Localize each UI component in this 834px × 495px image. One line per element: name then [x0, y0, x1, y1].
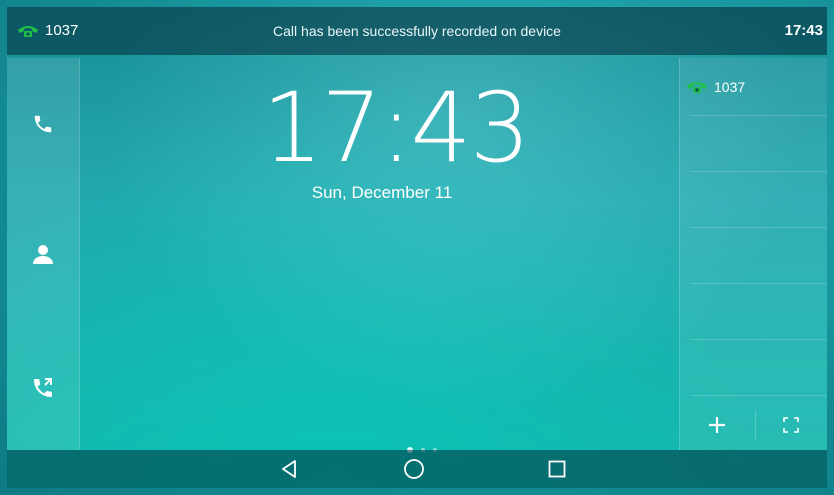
expand-button[interactable] — [754, 400, 827, 450]
navigation-bar — [7, 450, 827, 488]
account-label: 1037 — [714, 79, 746, 95]
home-button[interactable] — [392, 455, 436, 483]
back-button[interactable] — [267, 455, 311, 483]
add-button[interactable] — [680, 400, 754, 450]
divider — [690, 115, 827, 116]
status-message: Call has been successfully recorded on d… — [273, 23, 561, 39]
back-icon — [282, 460, 296, 478]
call-history-icon — [34, 378, 52, 397]
account-panel: 1037 — [679, 58, 827, 450]
divider — [690, 227, 827, 228]
status-bar: 1037 Call has been successfully recorded… — [7, 7, 827, 55]
sidebar-item-dial[interactable] — [7, 94, 79, 154]
plus-icon — [709, 417, 725, 433]
sidebar-item-history[interactable] — [7, 358, 79, 418]
divider — [690, 171, 827, 172]
clock-date: Sun, December 11 — [311, 183, 453, 202]
clock-time: 17:43 — [262, 72, 531, 184]
contact-icon — [33, 245, 53, 264]
sidebar-item-directory[interactable] — [7, 224, 79, 284]
status-time: 17:43 — [784, 22, 823, 39]
recent-apps-button[interactable] — [535, 455, 579, 483]
expand-icon — [783, 417, 799, 433]
divider — [690, 395, 827, 396]
home-icon — [404, 459, 424, 479]
account-entry[interactable]: 1037 — [686, 79, 745, 95]
phone-icon — [34, 115, 52, 133]
divider — [690, 339, 827, 340]
recent-apps-icon — [548, 460, 566, 478]
left-sidebar — [7, 58, 80, 450]
home-screen: 1037 Call has been successfully recorded… — [7, 7, 827, 488]
divider — [690, 283, 827, 284]
phone-green-icon — [687, 82, 707, 93]
